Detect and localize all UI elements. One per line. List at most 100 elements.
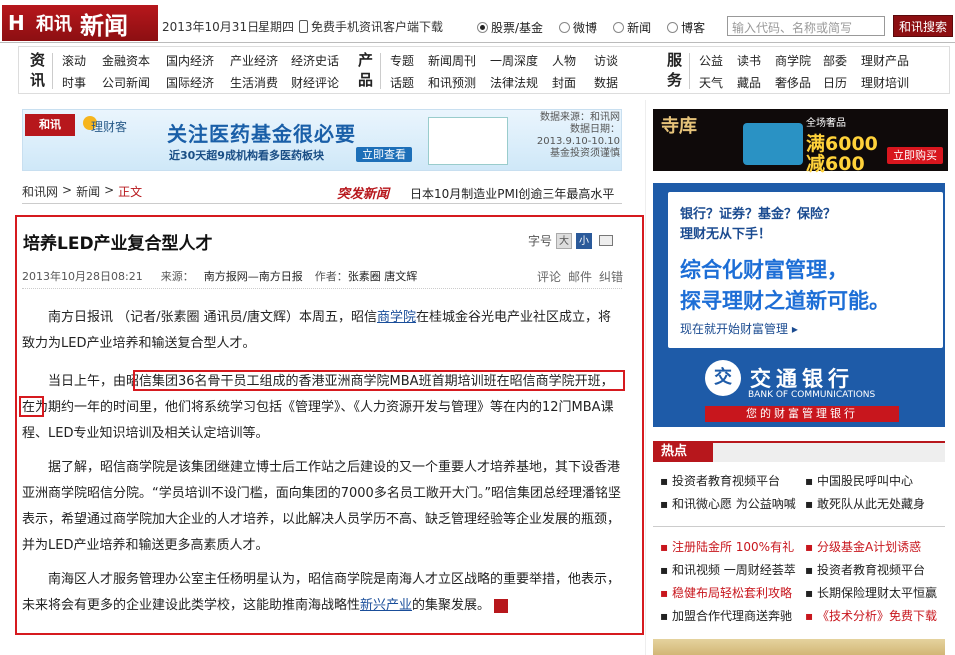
hot-list-1: ▪ 投资者教育视频平台 ▪ 中国股民呼叫中心 ▪ 和讯微心愿 为公益吶喊 ▪ 敢…: [660, 472, 950, 512]
nav-link[interactable]: 天气: [699, 74, 731, 91]
article-source[interactable]: 南方报网—南方日报: [204, 268, 303, 284]
hot-link[interactable]: ▪ 长期保险理财太平恒赢: [805, 584, 950, 601]
search-button[interactable]: 和讯搜索: [893, 15, 953, 37]
hot-link[interactable]: ▪ 和讯微心愿 为公益吶喊: [660, 495, 805, 512]
radio-blog[interactable]: 博客: [667, 19, 705, 36]
nav-link[interactable]: 时事: [62, 74, 98, 91]
nav-link[interactable]: 新闻周刊: [428, 52, 484, 69]
mobile-client-label: 免费手机资讯客户端下载: [311, 20, 444, 34]
buy-now-button[interactable]: 立即购买: [887, 147, 943, 164]
radio-stock-fund[interactable]: 股票/基金: [477, 19, 543, 36]
nav-link[interactable]: 公司新闻: [102, 74, 162, 91]
mobile-client-link[interactable]: 免费手机资讯客户端下载: [299, 18, 443, 35]
nav-link[interactable]: 和讯预测: [428, 74, 484, 91]
hot-link[interactable]: ▪ 投资者教育视频平台: [805, 561, 950, 578]
nav-link[interactable]: 话题: [390, 74, 422, 91]
nav-link[interactable]: 专题: [390, 52, 422, 69]
column-divider: [645, 100, 646, 655]
author-label: 作者：: [314, 270, 348, 283]
nav-link[interactable]: 商学院: [775, 52, 817, 69]
breaking-news-tag: 突发新闻: [337, 187, 390, 202]
font-size-label: 字号: [528, 234, 553, 248]
email-link[interactable]: 邮件: [568, 268, 592, 285]
radio-weibo[interactable]: 微博: [559, 19, 597, 36]
bank-ad-question: 银行？证券？基金？保险？ 理财无从下手！: [680, 207, 837, 242]
nav-link[interactable]: 日历: [823, 74, 855, 91]
bottom-ad-strip[interactable]: [653, 639, 945, 655]
comment-link[interactable]: 评论: [537, 268, 561, 285]
report-error-link[interactable]: 纠错: [599, 268, 623, 285]
nav-link[interactable]: 一周深度: [490, 52, 546, 69]
text-highlight-box: [133, 370, 625, 391]
nav-link[interactable]: 人物: [552, 52, 588, 69]
nav-link[interactable]: 滚动: [62, 52, 98, 69]
hot-link[interactable]: ▪ 加盟合作代理商送奔驰: [660, 607, 805, 624]
hot-link[interactable]: ▪ 中国股民呼叫中心: [805, 472, 950, 489]
nav-link[interactable]: 产业经济: [230, 52, 287, 69]
hot-link[interactable]: ▪ 分级基金A计划诱惑: [805, 538, 950, 555]
bank-ad-link[interactable]: 现在就开始财富管理 ▸: [680, 320, 798, 337]
nav-link[interactable]: 奢侈品: [775, 74, 817, 91]
breadcrumb: 和讯网 > 新闻 > 正文: [22, 183, 142, 200]
banner-brand: 理财客: [91, 120, 128, 134]
nav-link[interactable]: 生活消费: [230, 74, 287, 91]
business-school-link[interactable]: 商学院: [377, 310, 416, 325]
radio-dot-icon: [667, 22, 679, 33]
bocom-logo-icon: 交: [705, 360, 741, 396]
print-icon[interactable]: [599, 235, 614, 246]
emerging-industry-link[interactable]: 新兴产业: [360, 598, 412, 613]
hot-link[interactable]: ▪ 注册陆金所 100%有礼: [660, 538, 805, 555]
nav-group-news-head: 资讯: [30, 51, 46, 89]
nav-link[interactable]: 访谈: [594, 52, 630, 69]
nav-link[interactable]: 理财培训: [861, 74, 917, 91]
nav-group-products-head: 产品: [358, 51, 374, 89]
nav-divider: [380, 53, 381, 89]
font-large-button[interactable]: 大: [556, 232, 573, 249]
nav-group-services-links: 公益 读书 商学院 部委 理财产品 天气 藏品 奢侈品 日历 理财培训: [699, 52, 917, 91]
source-label: 来源：: [160, 270, 194, 283]
breadcrumb-section[interactable]: 新闻: [76, 183, 100, 200]
phone-icon: [299, 20, 308, 33]
font-small-button[interactable]: 小: [576, 232, 593, 249]
nav-link[interactable]: 公益: [699, 52, 731, 69]
top-bar: H 和讯 新闻 2013年10月31日 星期四 免费手机资讯客户端下载 股票/基…: [0, 0, 955, 43]
hot-link[interactable]: ▪ 《技术分析》免费下载: [805, 607, 950, 624]
nav-link[interactable]: 理财产品: [861, 52, 917, 69]
nav-link[interactable]: 藏品: [737, 74, 769, 91]
header-weekday: 星期四: [258, 20, 295, 34]
hexun-logo-icon: H: [8, 11, 25, 35]
header-date: 2013年10月31日: [162, 20, 260, 34]
divider: [22, 288, 622, 289]
nav-link[interactable]: 经济史话: [291, 52, 351, 69]
nav-group-news-links: 滚动 金融资本 国内经济 产业经济 经济史话 时事 公司新闻 国际经济 生活消费…: [62, 52, 351, 91]
nav-link[interactable]: 读书: [737, 52, 769, 69]
breaking-news-link[interactable]: 日本10月制造业PMI创逾三年最高水平: [410, 185, 614, 202]
hot-list-2: ▪ 注册陆金所 100%有礼 ▪ 分级基金A计划诱惑 ▪ 和讯视频 一周财经荟萃…: [660, 538, 950, 624]
nav-link[interactable]: 部委: [823, 52, 855, 69]
bank-ad-headline: 综合化财富管理，: [680, 258, 848, 282]
bank-name: 交通银行: [750, 367, 854, 391]
breadcrumb-current: 正文: [118, 185, 143, 199]
hot-link[interactable]: ▪ 和讯视频 一周财经荟萃: [660, 561, 805, 578]
breadcrumb-home[interactable]: 和讯网: [22, 183, 58, 200]
fund-banner-ad[interactable]: 和讯 理财客 关注医药基金很必要 近30天超9成机构看多医药板块 立即查看 数据…: [22, 109, 622, 171]
bank-name-en: BANK OF COMMUNICATIONS: [748, 390, 876, 400]
handbag-image: [743, 123, 803, 165]
hot-link[interactable]: ▪ 稳健布局轻松套利攻略: [660, 584, 805, 601]
font-size-tools: 字号 大 小: [528, 232, 614, 249]
banner-view-button[interactable]: 立即查看: [356, 147, 412, 162]
banner-headline: 关注医药基金很必要: [167, 122, 356, 146]
nav-link[interactable]: 封面: [552, 74, 588, 91]
site-logo[interactable]: H 和讯 新闻: [2, 5, 158, 41]
nav-link[interactable]: 财经评论: [291, 74, 351, 91]
nav-link[interactable]: 数据: [594, 74, 630, 91]
nav-link[interactable]: 金融资本: [102, 52, 162, 69]
nav-link[interactable]: 国内经济: [166, 52, 226, 69]
hot-link[interactable]: ▪ 投资者教育视频平台: [660, 472, 805, 489]
nav-group-services-head: 服务: [667, 51, 683, 89]
search-input[interactable]: 输入代码、名称或简写: [727, 16, 885, 36]
radio-news[interactable]: 新闻: [613, 19, 651, 36]
nav-link[interactable]: 法律法规: [490, 74, 546, 91]
hot-link[interactable]: ▪ 敢死队从此无处藏身: [805, 495, 950, 512]
nav-link[interactable]: 国际经济: [166, 74, 226, 91]
